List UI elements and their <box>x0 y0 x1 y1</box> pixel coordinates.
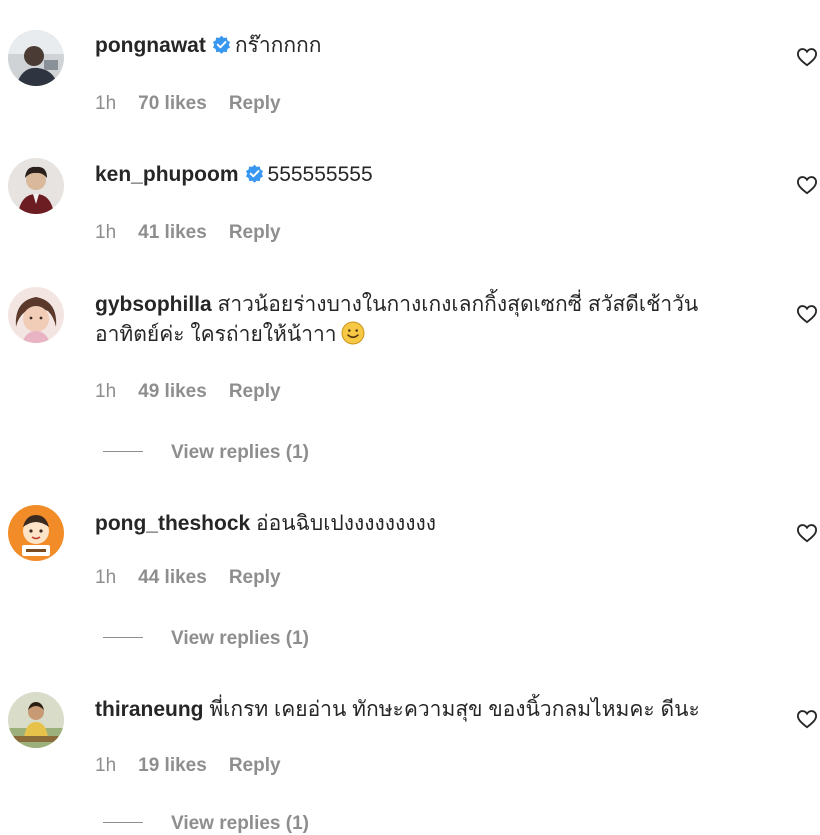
smiling-face-emoji <box>341 321 365 345</box>
heart-outline-icon[interactable] <box>796 304 818 324</box>
comment-text-line2: อาทิตย์ค่ะ ใครถ่ายให้น้าาา <box>95 323 337 346</box>
view-replies-label: View replies (1) <box>171 442 309 463</box>
comment-likes[interactable]: 41 likes <box>138 222 207 243</box>
replies-divider-line <box>103 637 143 638</box>
comment-time: 1h <box>95 222 117 243</box>
comment-text: อ่อนฉิบเปงงงงงงงงง <box>256 512 437 535</box>
avatar[interactable] <box>8 287 64 343</box>
comment-time: 1h <box>95 93 117 114</box>
replies-divider-line <box>103 451 143 452</box>
comment-text: 555555555 <box>267 163 373 186</box>
comment-time: 1h <box>95 567 117 588</box>
comment-meta: 1h 19 likes Reply <box>95 755 303 777</box>
comment-meta: 1h 41 likes Reply <box>95 222 303 244</box>
comment-likes[interactable]: 44 likes <box>138 567 207 588</box>
heart-outline-icon[interactable] <box>796 175 818 195</box>
heart-outline-icon[interactable] <box>796 47 818 67</box>
comment-time: 1h <box>95 755 117 776</box>
reply-button[interactable]: Reply <box>229 381 281 402</box>
view-replies-button[interactable]: View replies (1) <box>103 813 309 835</box>
comment-time: 1h <box>95 381 117 402</box>
comment-username[interactable]: pongnawat <box>95 34 206 57</box>
verified-badge-icon <box>212 35 230 54</box>
comment-meta: 1h 49 likes Reply <box>95 381 303 403</box>
comment-username[interactable]: ken_phupoom <box>95 163 239 186</box>
view-replies-button[interactable]: View replies (1) <box>103 442 309 464</box>
reply-button[interactable]: Reply <box>229 222 281 243</box>
avatar[interactable] <box>8 692 64 748</box>
comment-meta: 1h 44 likes Reply <box>95 567 303 589</box>
avatar[interactable] <box>8 505 64 561</box>
comment-text: กร๊ากกกก <box>234 34 322 57</box>
replies-divider-line <box>103 822 143 823</box>
comment-text: พี่เกรท เคยอ่าน ทักษะความสุข ของนิ้วกลมไ… <box>209 698 700 721</box>
comment-meta: 1h 70 likes Reply <box>95 93 303 115</box>
reply-button[interactable]: Reply <box>229 755 281 776</box>
verified-badge-icon <box>245 164 263 183</box>
heart-outline-icon[interactable] <box>796 709 818 729</box>
avatar[interactable] <box>8 158 64 214</box>
reply-button[interactable]: Reply <box>229 93 281 114</box>
comment-username[interactable]: thiraneung <box>95 698 204 721</box>
comment-text-line1: สาวน้อยร่างบางในกางเกงเลกกิ้งสุดเซกซี่ ส… <box>217 293 699 316</box>
view-replies-button[interactable]: View replies (1) <box>103 628 309 650</box>
comment-username[interactable]: gybsophilla <box>95 293 212 316</box>
reply-button[interactable]: Reply <box>229 567 281 588</box>
comment-likes[interactable]: 70 likes <box>138 93 207 114</box>
heart-outline-icon[interactable] <box>796 523 818 543</box>
comment-likes[interactable]: 19 likes <box>138 755 207 776</box>
comment-username[interactable]: pong_theshock <box>95 512 250 535</box>
comment-likes[interactable]: 49 likes <box>138 381 207 402</box>
view-replies-label: View replies (1) <box>171 813 309 834</box>
avatar[interactable] <box>8 30 64 86</box>
view-replies-label: View replies (1) <box>171 628 309 649</box>
